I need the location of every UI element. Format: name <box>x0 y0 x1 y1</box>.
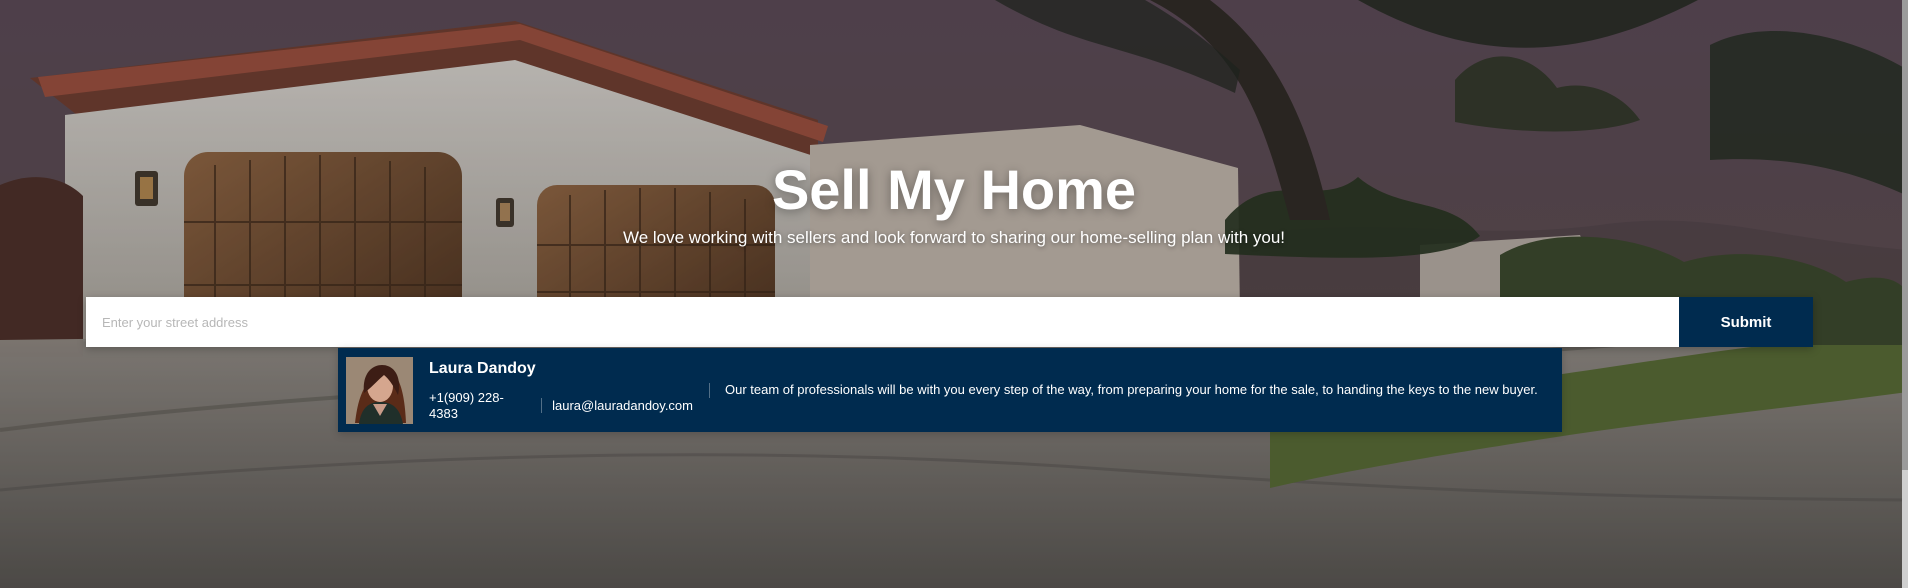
agent-message: Our team of professionals will be with y… <box>725 382 1538 397</box>
submit-button[interactable]: Submit <box>1679 297 1813 347</box>
page-title: Sell My Home <box>771 158 1137 221</box>
sell-home-hero: Sell My Home We love working with seller… <box>0 0 1908 588</box>
background-overlay <box>0 0 1908 588</box>
agent-avatar <box>346 356 413 424</box>
agent-contact-card: Laura Dandoy +1(909) 228-4383 laura@laur… <box>338 348 1562 432</box>
agent-name: Laura Dandoy <box>429 359 536 377</box>
page-subtitle: We love working with sellers and look fo… <box>622 228 1286 247</box>
contact-divider <box>541 398 543 413</box>
agent-photo-icon <box>346 356 413 424</box>
message-divider <box>709 382 710 398</box>
street-address-input[interactable] <box>86 297 1679 347</box>
agent-info: Laura Dandoy +1(909) 228-4383 laura@laur… <box>429 359 693 422</box>
scrollbar-thumb[interactable] <box>1902 0 1908 470</box>
agent-phone-link[interactable]: +1(909) 228-4383 <box>429 390 531 422</box>
page-scrollbar[interactable] <box>1902 0 1908 588</box>
agent-email-link[interactable]: laura@lauradandoy.com <box>552 398 693 414</box>
address-form: Submit <box>86 297 1813 347</box>
agent-contact-row: +1(909) 228-4383 laura@lauradandoy.com <box>429 390 693 422</box>
